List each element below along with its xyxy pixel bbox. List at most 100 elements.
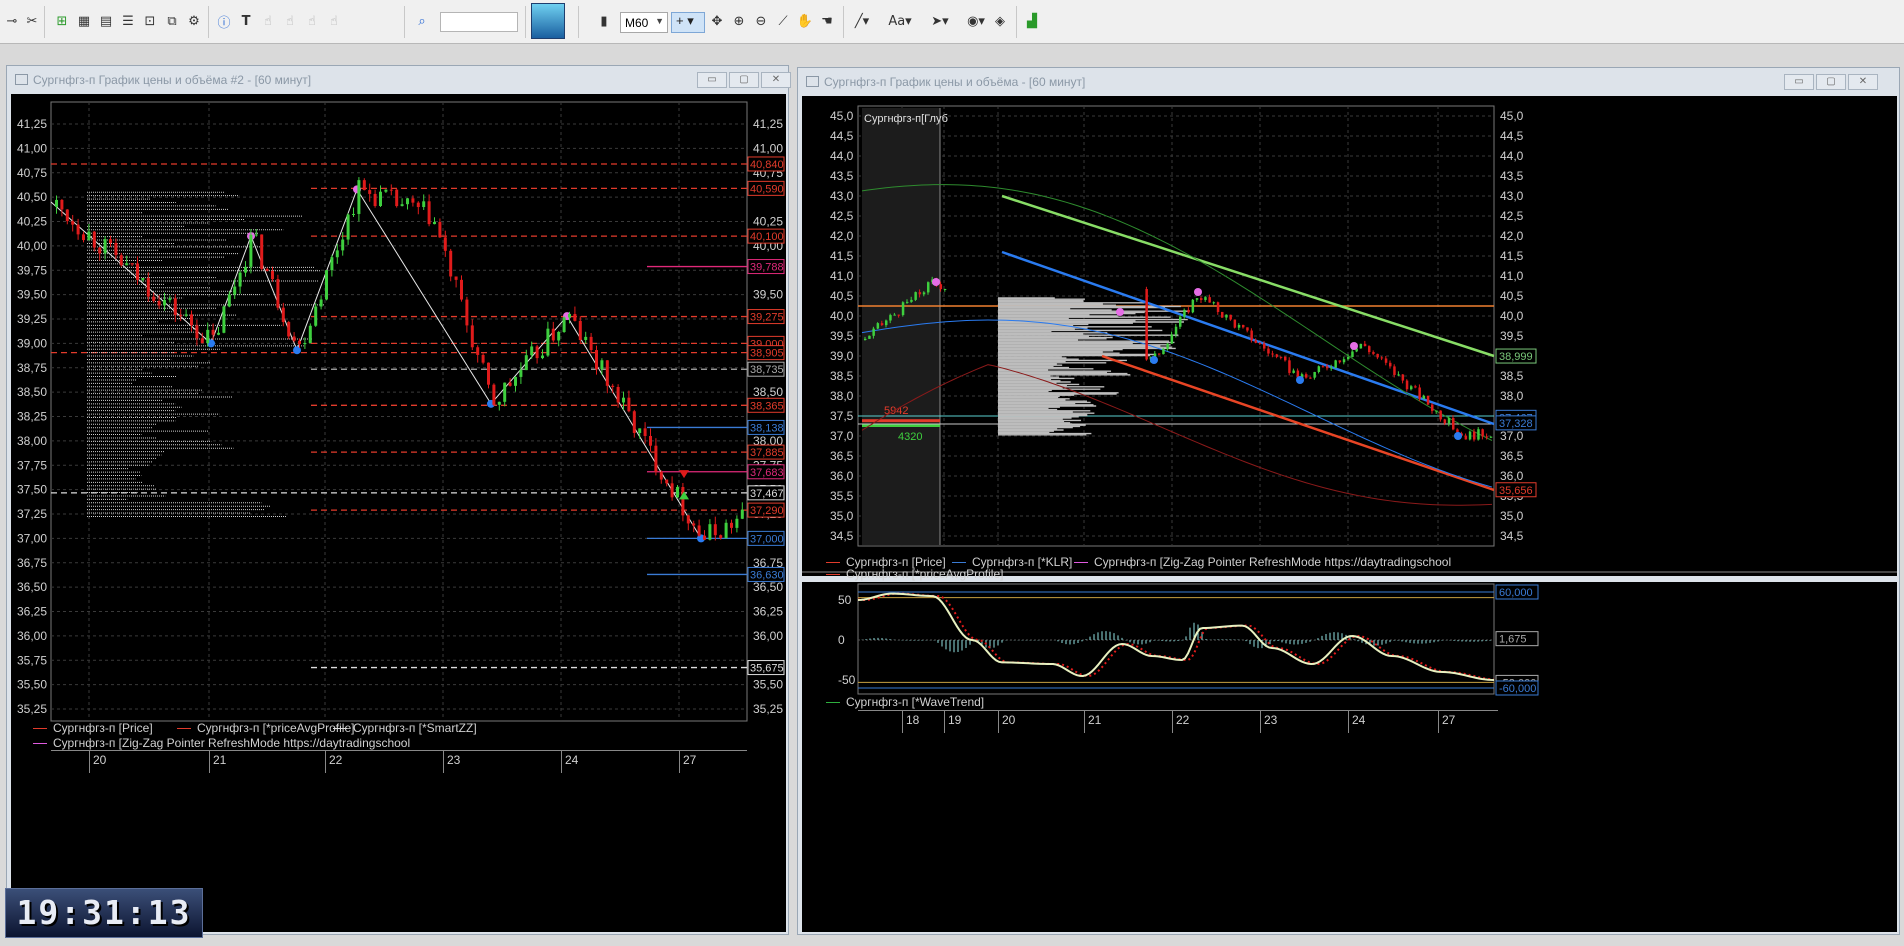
search-input[interactable] xyxy=(440,12,518,32)
candle-body xyxy=(449,250,453,277)
x-tick-label: 22 xyxy=(1176,713,1190,727)
candle-body xyxy=(939,284,943,290)
candle-body xyxy=(1426,395,1430,405)
orders-icon[interactable]: ☰ xyxy=(118,11,138,31)
candle-body xyxy=(643,428,647,436)
bar-chart-icon[interactable]: ▮ xyxy=(594,11,614,31)
eye-icon[interactable]: ◉▾ xyxy=(966,11,986,31)
candle-body xyxy=(476,347,480,355)
candle-body xyxy=(114,243,118,256)
candle-body xyxy=(1216,302,1220,312)
candle-body xyxy=(1145,288,1148,360)
close-button[interactable]: ✕ xyxy=(761,72,791,88)
text-tool-icon[interactable]: T xyxy=(236,11,256,31)
left-price-panel[interactable]: 41,25 41,00 40,75 40,50 40,25 40,00 39,75 39,50… xyxy=(11,94,786,932)
crosshair-link-icon[interactable]: ⊸ xyxy=(2,11,22,31)
candle-body xyxy=(55,199,58,207)
candle-body xyxy=(1288,360,1291,373)
y-tick-label-right: 40,5 xyxy=(1500,289,1524,303)
hand-icon[interactable]: ☚ xyxy=(817,11,837,31)
candle-body xyxy=(611,385,615,387)
right-window-title-bar[interactable]: Сургнфгз-п График цены и объёма - [60 ми… xyxy=(798,68,1899,96)
wavetrend-oscillator-chart[interactable]: 500-5060,0001,675-53,000-60,000 xyxy=(802,582,1897,932)
candle-body xyxy=(141,278,145,280)
candle-body xyxy=(211,329,215,335)
candle-body xyxy=(1477,429,1480,440)
candle-body xyxy=(1208,297,1211,303)
y-tick-label: 41,00 xyxy=(17,141,47,155)
price-box-label: 38,735 xyxy=(750,364,784,376)
minimize-button[interactable]: ▭ xyxy=(697,72,727,88)
minimize-button[interactable]: ▭ xyxy=(1784,74,1814,90)
osc-box-label: -60,000 xyxy=(1499,683,1536,695)
candle-body xyxy=(1292,370,1295,373)
candle-body xyxy=(1431,404,1434,411)
x-tick xyxy=(443,751,444,773)
hand-1-icon[interactable]: ☝ xyxy=(258,11,278,31)
info-icon[interactable]: ⓘ xyxy=(214,11,234,31)
maximize-button[interactable]: ▢ xyxy=(729,72,759,88)
zigzag-high-marker xyxy=(1116,308,1124,316)
candle-body xyxy=(65,209,69,222)
left-price-chart[interactable]: 41,25 41,00 40,75 40,50 40,25 40,00 39,75 39,50… xyxy=(11,94,786,932)
y-tick-label: 41,5 xyxy=(830,249,854,263)
zoom-window-icon[interactable]: ⊡ xyxy=(140,11,160,31)
candle-body xyxy=(271,270,274,280)
right-x-axis: 18 19 20 21 22 23 24 27 xyxy=(858,710,1498,733)
layers-icon[interactable]: ◈ xyxy=(990,11,1010,31)
windows-icon[interactable]: ⧉ xyxy=(162,11,182,31)
arrow-tool-icon[interactable]: ➤▾ xyxy=(930,11,950,31)
zigzag-low-marker xyxy=(1150,356,1158,364)
y-tick-label-right: 44,5 xyxy=(1500,129,1524,143)
right-price-panel[interactable]: 45,0 44,5 44,0 43,5 43,0 42,5 42,0 41,5 41,0 40,5… xyxy=(802,96,1897,576)
candle-body xyxy=(346,214,350,240)
hand-2-icon[interactable]: ☝ xyxy=(280,11,300,31)
disconnect-icon[interactable]: ✂ xyxy=(22,11,42,31)
quotes-icon[interactable]: ▤ xyxy=(96,11,116,31)
candle-body xyxy=(292,336,296,341)
candle-body xyxy=(1435,410,1438,412)
y-tick-label-right: 43,0 xyxy=(1500,189,1524,203)
crosshair-tool-button[interactable]: + ▾ xyxy=(671,12,705,33)
candle-body xyxy=(136,263,139,280)
pan-icon[interactable]: ✋ xyxy=(795,11,815,31)
indicator-icon[interactable]: ▟ xyxy=(1022,11,1042,31)
candle-body xyxy=(584,336,588,341)
left-window-title-bar[interactable]: Сургнфгз-п График цены и объёма #2 - [60… xyxy=(7,66,788,94)
add-chart-icon[interactable]: ⊞ xyxy=(52,11,72,31)
maximize-button[interactable]: ▢ xyxy=(1816,74,1846,90)
text-size-icon[interactable]: Aa▾ xyxy=(888,11,911,31)
move-icon[interactable]: ✥ xyxy=(707,11,727,31)
chart-table-icon[interactable]: ▦ xyxy=(74,11,94,31)
zoom-out-icon[interactable]: ⊖ xyxy=(751,11,771,31)
hand-4-icon[interactable]: ☝ xyxy=(324,11,344,31)
terminal-app-icon[interactable] xyxy=(531,3,565,39)
close-button[interactable]: ✕ xyxy=(1848,74,1878,90)
candle-body xyxy=(872,328,875,336)
candle-body xyxy=(1334,360,1337,368)
candle-body xyxy=(276,279,280,308)
candle-body xyxy=(922,292,926,295)
candle-body xyxy=(238,272,242,287)
candle-body xyxy=(265,268,269,271)
candle-body xyxy=(325,270,328,300)
candle-body xyxy=(906,301,909,303)
zigzag-low-marker xyxy=(1454,432,1462,440)
right-oscillator-panel[interactable]: 500-5060,0001,675-53,000-60,000 Сургнфгз… xyxy=(802,582,1897,932)
y-tick-label-right: 35,25 xyxy=(753,702,783,716)
candle-body xyxy=(654,445,658,472)
zoom-in-icon[interactable]: ⊕ xyxy=(729,11,749,31)
hand-3-icon[interactable]: ☝ xyxy=(302,11,322,31)
candle-body xyxy=(1414,386,1417,388)
search-icon[interactable]: ⌕ xyxy=(412,11,432,31)
ruler-icon[interactable]: ⟋ xyxy=(773,11,793,31)
price-box-label: 37,000 xyxy=(750,533,784,545)
candle-body xyxy=(1347,356,1350,360)
line-tool-icon[interactable]: ╱▾ xyxy=(852,11,872,31)
candle-body xyxy=(1397,374,1400,376)
timeframe-select[interactable]: M60 ▼ xyxy=(620,12,668,33)
candle-body xyxy=(130,263,134,265)
right-price-chart[interactable]: 45,0 44,5 44,0 43,5 43,0 42,5 42,0 41,5 41,0 40,5… xyxy=(802,96,1897,576)
depth-panel-title: Сургнфгз-п[Глуб xyxy=(864,113,948,125)
settings-icon[interactable]: ⚙ xyxy=(184,11,204,31)
